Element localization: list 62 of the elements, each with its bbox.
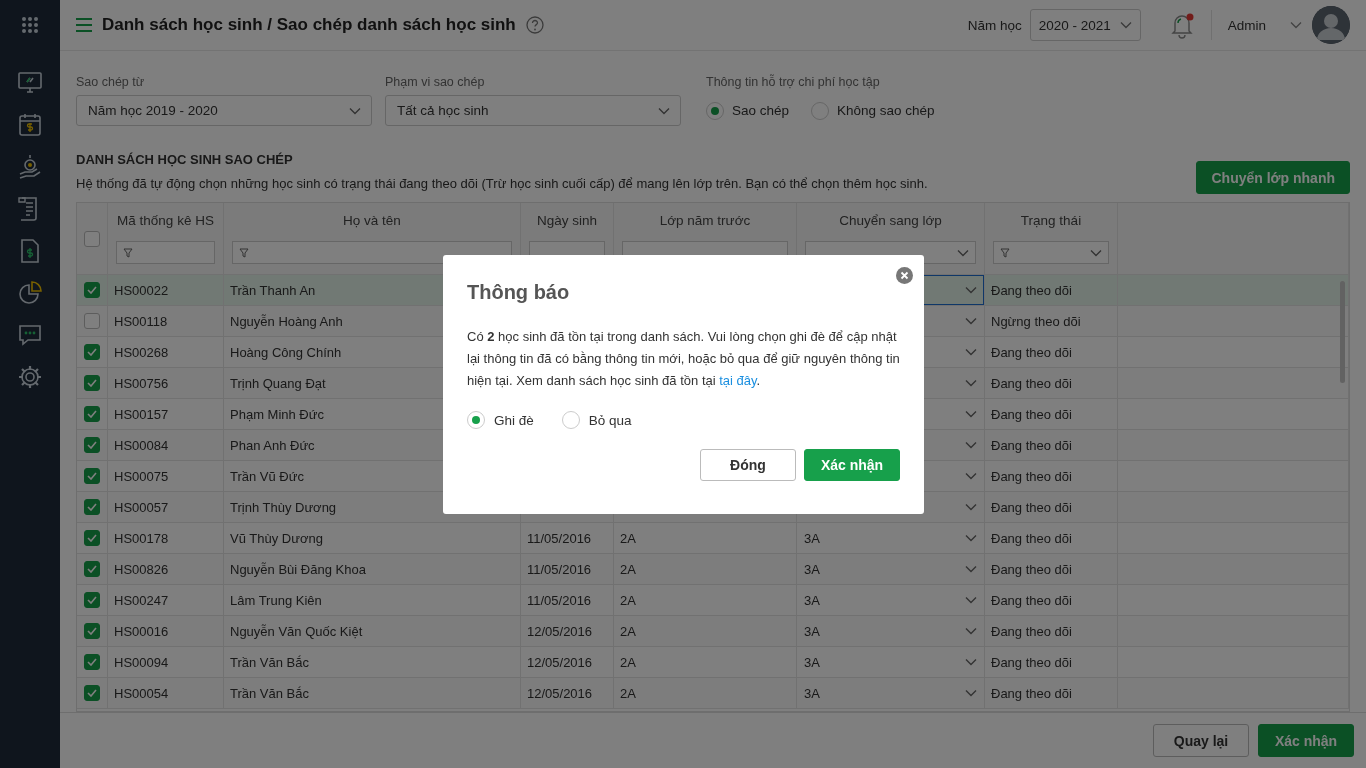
table-cell: HS00118 [114,313,168,329]
table-cell: Đang theo dõi [991,623,1072,639]
table-cell: Nguyễn Văn Quốc Kiệt [230,623,363,639]
table-cell: Lâm Trung Kiên [230,592,322,608]
table-cell: Phạm Minh Đức [230,406,324,422]
table-cell: HS00157 [114,406,169,422]
school-year-label: Năm học [967,17,1022,33]
table-cell: Đang theo dõi [991,499,1072,515]
section-title: DANH SÁCH HỌC SINH SAO CHÉP [76,152,294,167]
field-label: Phạm vi sao chép [385,75,486,89]
table-cell: Đang theo dõi [991,406,1072,422]
table-cell: 2A [620,654,636,670]
table-cell: Đang theo dõi [991,530,1072,546]
table-cell: 12/05/2016 [527,685,593,701]
table-cell: Đang theo dõi [991,468,1072,484]
table-cell: Phan Anh Đức [230,437,315,453]
table-cell: HS00094 [114,654,169,670]
table-cell: HS00756 [114,375,169,391]
table-cell: 2A [620,685,636,701]
table-cell: Đang theo dõi [991,437,1072,453]
page-title: Danh sách học sinh / Sao chép danh sách học sinh [102,15,516,35]
table-cell: 11/05/2016 [527,530,592,546]
table-cell: HS00016 [114,623,169,639]
table-cell: HS00268 [114,344,169,360]
table-cell: Trần Văn Bắc [230,654,309,670]
table-cell: Ngừng theo dõi [991,313,1081,329]
table-cell: Đang theo dõi [991,375,1072,391]
table-cell: 11/05/2016 [527,561,592,577]
table-cell: Nguyễn Hoàng Anh [230,313,343,329]
table-cell: Đang theo dõi [991,282,1072,298]
table-cell: 12/05/2016 [527,654,593,670]
table-cell: Vũ Thùy Dương [230,530,323,546]
table-cell: 2A [620,623,636,639]
field-label: Sao chép từ [76,75,146,89]
table-cell: HS00826 [114,561,169,577]
section-description: Hệ thống đã tự động chọn những học sinh có trạng thái đang theo dõi (Trừ học sinh cuối cấp) để mang lên lớp trên. Bạn có thể chọn thêm học sinh. [76,176,929,191]
table-cell: Đang theo dõi [991,561,1072,577]
table-cell: 12/05/2016 [527,623,593,639]
dialog-title: Thông báo [467,281,571,304]
table-cell: Hoàng Công Chính [230,344,342,360]
table-cell: HS00057 [114,499,169,515]
table-cell: 11/05/2016 [527,592,592,608]
table-cell: HS00054 [114,685,169,701]
table-cell: HS00022 [114,282,169,298]
table-cell: Nguyễn Bùi Đăng Khoa [230,561,366,577]
table-cell: Trần Văn Bắc [230,685,309,701]
table-cell: Trần Thanh An [230,282,316,298]
table-cell: 2A [620,592,636,608]
table-cell: 2A [620,530,636,546]
table-cell: Đang theo dõi [991,344,1072,360]
field-label: Thông tin hỗ trợ chi phí học tập [706,75,881,89]
table-cell: Trịnh Thùy Dương [230,499,337,515]
table-cell: HS00178 [114,530,169,546]
table-cell: Đang theo dõi [991,685,1072,701]
table-cell: HS00247 [114,592,169,608]
table-cell: Đang theo dõi [991,654,1072,670]
table-cell: Đang theo dõi [991,592,1072,608]
table-cell: 2A [620,561,636,577]
table-cell: HS00084 [114,437,169,453]
table-cell: Trần Vũ Đức [230,468,304,484]
table-cell: Trịnh Quang Đạt [230,375,326,391]
table-cell: HS00075 [114,468,169,484]
